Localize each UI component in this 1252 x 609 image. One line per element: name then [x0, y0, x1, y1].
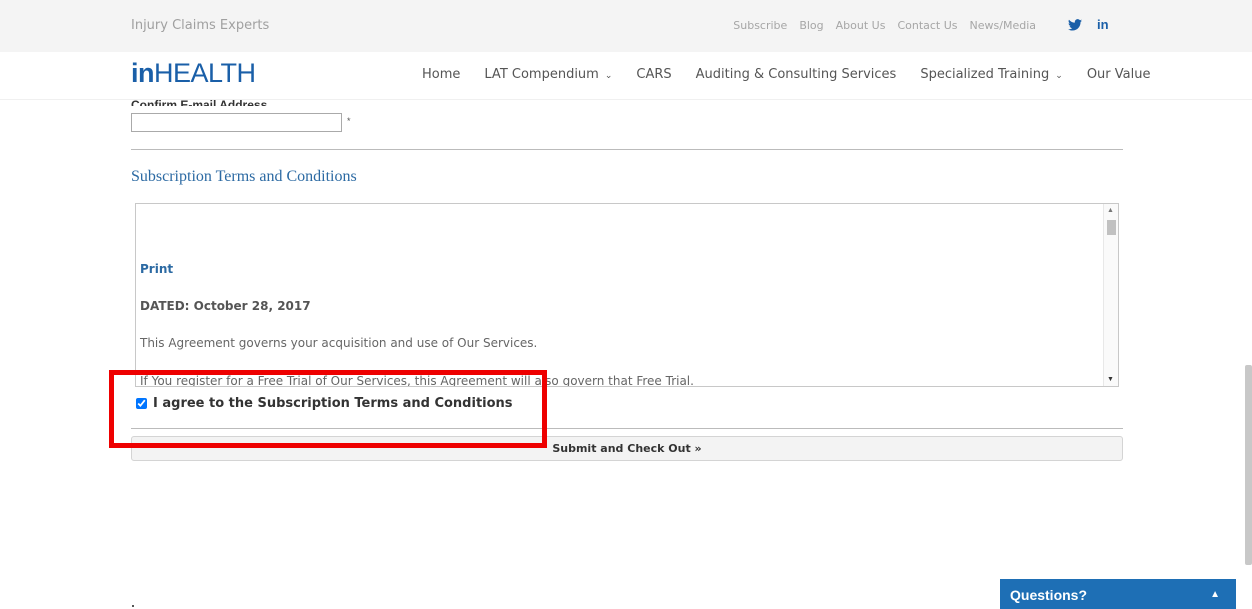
logo-health: HEALTH	[154, 58, 256, 88]
nav-item-lat-compendium[interactable]: LAT Compendium ⌄	[484, 67, 612, 82]
chevron-down-icon: ⌄	[1055, 71, 1063, 81]
logo[interactable]: inHEALTH	[131, 58, 256, 89]
top-link-blog[interactable]: Blog	[799, 19, 823, 32]
submit-checkout-button[interactable]: Submit and Check Out »	[131, 436, 1123, 461]
nav-item-cars[interactable]: CARS	[636, 67, 671, 82]
tagline: Injury Claims Experts	[131, 18, 270, 33]
divider	[131, 149, 1123, 150]
nav-item-home[interactable]: Home	[422, 67, 460, 82]
chevron-up-icon[interactable]: ▲	[1210, 589, 1220, 600]
section-title: Subscription Terms and Conditions	[131, 168, 357, 185]
nav-item-our-value[interactable]: Our Value	[1087, 67, 1151, 82]
scroll-up-icon[interactable]: ▲	[1107, 207, 1114, 214]
required-marker: *	[347, 116, 351, 126]
print-link[interactable]: Print	[140, 262, 173, 276]
terms-paragraph: This Agreement governs your acquisition …	[140, 336, 538, 350]
linkedin-icon[interactable]: in	[1097, 17, 1109, 32]
questions-label: Questions?	[1010, 587, 1088, 603]
top-links: Subscribe Blog About Us Contact Us News/…	[733, 19, 1036, 32]
terms-paragraph: If You register for a Free Trial of Our …	[140, 374, 694, 387]
divider	[131, 428, 1123, 429]
top-link-news-media[interactable]: News/Media	[970, 19, 1036, 32]
questions-chat-widget[interactable]: Questions? ▲	[1000, 579, 1236, 609]
social-links: in	[1068, 17, 1109, 32]
agree-row: I agree to the Subscription Terms and Co…	[136, 396, 513, 411]
logo-in: in	[131, 58, 155, 88]
confirm-email-field[interactable]	[131, 113, 342, 132]
top-link-subscribe[interactable]: Subscribe	[733, 19, 787, 32]
nav-item-auditing-consulting[interactable]: Auditing & Consulting Services	[696, 67, 897, 82]
top-bar: Injury Claims Experts Subscribe Blog Abo…	[0, 0, 1252, 52]
main-nav: inHEALTH Home LAT Compendium ⌄ CARS Audit…	[0, 52, 1252, 100]
scroll-down-icon[interactable]: ▼	[1107, 376, 1114, 383]
nav-item-label: LAT Compendium	[484, 67, 599, 82]
chevron-down-icon: ⌄	[604, 71, 613, 81]
terms-scroll-box[interactable]: Print DATED: October 28, 2017 This Agree…	[135, 203, 1119, 387]
terms-dated: DATED: October 28, 2017	[140, 299, 311, 313]
top-link-contact-us[interactable]: Contact Us	[897, 19, 957, 32]
agree-checkbox[interactable]	[136, 398, 147, 409]
confirm-email-label: Confirm E-mail Address	[131, 98, 268, 106]
agree-label[interactable]: I agree to the Subscription Terms and Co…	[153, 396, 513, 411]
nav-item-label: Specialized Training	[920, 67, 1050, 82]
top-link-about-us[interactable]: About Us	[836, 19, 886, 32]
nav-item-specialized-training[interactable]: Specialized Training ⌄	[920, 67, 1063, 82]
terms-scrollbar[interactable]: ▲ ▼	[1103, 204, 1118, 386]
page-scrollbar[interactable]	[1245, 365, 1252, 565]
scroll-thumb[interactable]	[1107, 220, 1116, 235]
stray-mark	[132, 605, 134, 607]
nav-links: Home LAT Compendium ⌄ CARS Auditing & Con…	[422, 67, 1150, 82]
twitter-icon[interactable]	[1068, 18, 1082, 31]
